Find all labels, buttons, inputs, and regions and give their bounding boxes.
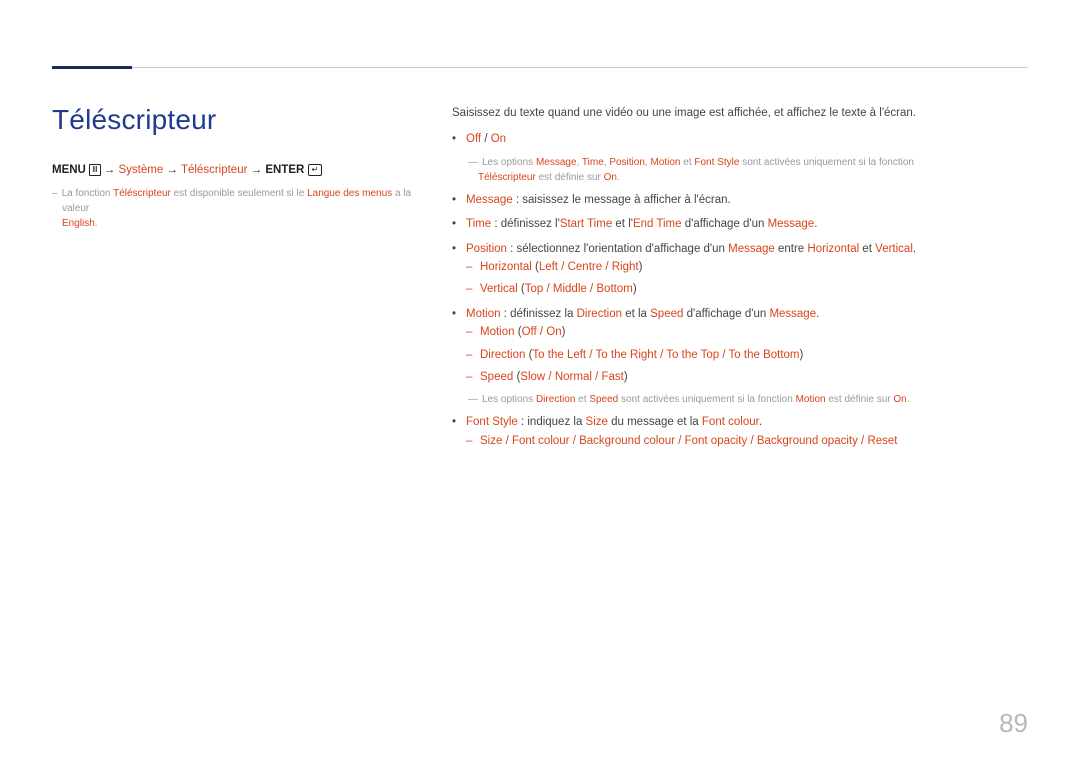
page: Téléscripteur MENU Ⅲ → Système → Téléscr… [0, 0, 1080, 763]
menu-path: MENU Ⅲ → Système → Téléscripteur → ENTER… [52, 164, 422, 176]
opt-off: Off [466, 133, 481, 145]
left-column: Téléscripteur MENU Ⅲ → Système → Téléscr… [52, 104, 422, 456]
sub-direction: Direction (To the Left / To the Right / … [466, 346, 1028, 364]
enter-label: ENTER [265, 164, 304, 176]
bullet-list: Off / On [452, 130, 1028, 148]
path-telescripteur: Téléscripteur [181, 164, 247, 176]
dash-icon: ― [468, 157, 478, 168]
left-footnote: –La fonction Téléscripteur est disponibl… [52, 186, 422, 231]
note-hl: English [62, 218, 95, 229]
sublist-position: Horizontal (Left / Centre / Right) Verti… [466, 258, 1028, 299]
arrow: → [251, 164, 263, 176]
page-number: 89 [999, 708, 1028, 739]
menu-label: MENU [52, 164, 86, 176]
dash-icon: ― [468, 394, 478, 405]
note-hl: Langue des menus [307, 188, 392, 199]
bullet-off-on: Off / On [452, 130, 1028, 148]
page-title: Téléscripteur [52, 104, 422, 136]
slash: / [481, 133, 491, 145]
bullet-list: Message : saisissez le message à affiche… [452, 191, 1028, 387]
path-system: Système [119, 164, 164, 176]
arrow: → [166, 164, 178, 176]
arrow: → [104, 164, 116, 176]
note-text: . [95, 218, 98, 229]
bullet-position: Position : sélectionnez l'orientation d'… [452, 240, 1028, 299]
note-text: La fonction [62, 188, 114, 199]
note-text: est disponible seulement si le [171, 188, 307, 199]
top-rule [52, 60, 1028, 74]
sub-speed: Speed (Slow / Normal / Fast) [466, 368, 1028, 386]
accent-bar [52, 66, 132, 69]
dash-icon: – [52, 188, 58, 199]
menu-icon: Ⅲ [89, 164, 101, 176]
opt-on: On [491, 133, 506, 145]
intro-text: Saisissez du texte quand une vidéo ou un… [452, 104, 1028, 122]
sub-fs-options: Size / Font colour / Background colour /… [466, 432, 1028, 450]
sublist-motion: Motion (Off / On) Direction (To the Left… [466, 323, 1028, 386]
sub-vertical: Vertical (Top / Middle / Bottom) [466, 280, 1028, 298]
divider-line [52, 67, 1028, 68]
bullet-motion: Motion : définissez la Direction et la S… [452, 305, 1028, 387]
right-column: Saisissez du texte quand une vidéo ou un… [452, 104, 1028, 456]
bullet-message: Message : saisissez le message à affiche… [452, 191, 1028, 209]
note-motion: ―Les options Direction et Speed sont act… [452, 392, 1028, 407]
sublist-fontstyle: Size / Font colour / Background colour /… [466, 432, 1028, 450]
note-hl: Téléscripteur [113, 188, 171, 199]
content-columns: Téléscripteur MENU Ⅲ → Système → Téléscr… [52, 104, 1028, 456]
sub-motion: Motion (Off / On) [466, 323, 1028, 341]
bullet-time: Time : définissez l'Start Time et l'End … [452, 215, 1028, 233]
note-activation: ―Les options Message, Time, Position, Mo… [452, 155, 1028, 185]
bullet-fontstyle: Font Style : indiquez la Size du message… [452, 413, 1028, 450]
sub-horizontal: Horizontal (Left / Centre / Right) [466, 258, 1028, 276]
bullet-list: Font Style : indiquez la Size du message… [452, 413, 1028, 450]
enter-icon: ↵ [308, 164, 323, 176]
